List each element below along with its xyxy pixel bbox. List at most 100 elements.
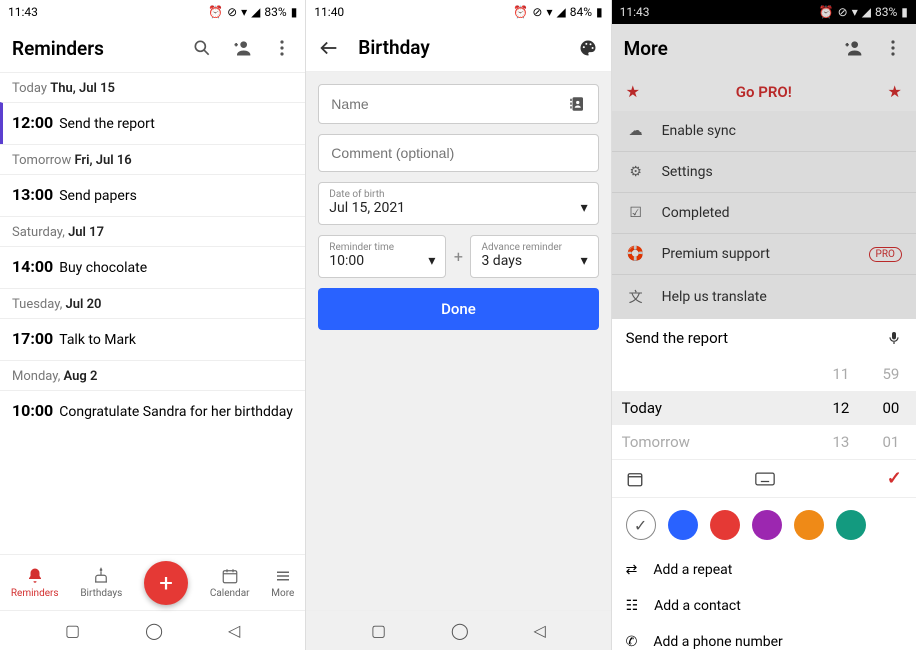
nav-recents-icon[interactable]: ▢ [65,621,80,640]
group-header: Today Thu, Jul 15 [0,72,305,102]
picker-day-next[interactable]: Tomorrow [612,425,816,459]
repeat-icon: ⇄ [626,562,638,578]
date-time-picker[interactable]: 11 59 Today 12 00 Tomorrow 13 01 [612,357,916,459]
sheet-title: Send the report [626,329,728,347]
add-person-icon[interactable] [231,37,253,59]
dob-select[interactable]: Date of birth Jul 15, 2021▾ [318,182,598,225]
alarm-icon: ⏰ [513,5,528,19]
mic-icon[interactable] [886,330,902,346]
picker-hour-prev[interactable]: 11 [816,357,866,391]
translate-icon: 文 [626,287,646,307]
contact-icon: ☷ [626,598,639,614]
color-red[interactable] [710,510,740,540]
cloud-icon: ☁ [626,123,646,139]
status-time: 11:43 [8,5,38,19]
picker-min-prev[interactable]: 59 [866,357,916,391]
contacts-icon[interactable] [568,95,586,113]
bottom-sheet: Send the report 11 59 Today 12 00 Tomorr… [612,319,916,650]
group-header: Tomorrow Fri, Jul 16 [0,144,305,174]
back-arrow-icon[interactable] [318,37,340,59]
nav-more[interactable]: More [271,566,294,599]
name-input[interactable] [318,84,598,124]
app-title: Birthday [358,36,429,59]
app-bar: Reminders [0,24,305,72]
nav-reminders[interactable]: Reminders [11,566,59,599]
reminders-list[interactable]: Today Thu, Jul 15 12:00Send the report T… [0,72,305,554]
nav-birthdays[interactable]: Birthdays [80,566,122,599]
calendar-picker-icon[interactable] [626,470,644,488]
row-enable-sync[interactable]: ☁Enable sync [612,111,916,152]
color-none[interactable]: ✓ [626,510,656,540]
color-purple[interactable] [752,510,782,540]
battery-icon: ▮ [291,5,298,19]
reminder-item[interactable]: 13:00Send papers [0,174,305,216]
status-battery: 83% [264,5,286,19]
system-nav: ▢ ◯ ◁ [306,610,610,650]
go-pro-banner[interactable]: ★ Go PRO! ★ [612,72,916,111]
done-button[interactable]: Done [318,288,598,330]
nav-calendar[interactable]: Calendar [210,566,250,599]
panel-birthday: 11:40 ⏰ ⊘ ▾ ◢ 84% ▮ Birthday Date of bir… [305,0,610,650]
group-header: Saturday, Jul 17 [0,216,305,246]
picker-day-prev[interactable] [612,357,816,391]
nav-recents-icon[interactable]: ▢ [371,621,386,640]
more-icon[interactable] [271,37,293,59]
nav-back-icon[interactable]: ◁ [228,621,240,640]
reminder-item[interactable]: 10:00Congratulate Sandra for her birthdd… [0,390,305,432]
add-person-icon[interactable] [842,37,864,59]
app-bar: More [612,24,916,72]
status-battery: 84% [570,5,592,19]
nav-back-icon[interactable]: ◁ [534,621,546,640]
color-orange[interactable] [794,510,824,540]
picker-min-next[interactable]: 01 [866,425,916,459]
picker-min-sel[interactable]: 00 [866,391,916,425]
palette-icon[interactable] [577,37,599,59]
chevron-down-icon: ▾ [581,200,588,216]
reminder-item[interactable]: 17:00Talk to Mark [0,318,305,360]
picker-hour-next[interactable]: 13 [816,425,866,459]
picker-hour-sel[interactable]: 12 [816,391,866,425]
keyboard-icon[interactable] [755,472,775,486]
row-translate[interactable]: 文Help us translate [612,275,916,319]
check-box-icon: ☑ [626,205,646,221]
nav-home-icon[interactable]: ◯ [451,621,469,640]
nav-home-icon[interactable]: ◯ [145,621,163,640]
phone-icon: ✆ [626,634,638,650]
advance-reminder-select[interactable]: Advance reminder 3 days▾ [470,235,598,278]
name-field[interactable] [331,96,567,112]
color-teal[interactable] [836,510,866,540]
more-icon[interactable] [882,37,904,59]
comment-input[interactable] [318,134,598,172]
app-title: Reminders [12,37,104,60]
row-premium-support[interactable]: 🛟Premium supportPRO [612,234,916,275]
wifi-icon: ▾ [852,5,858,19]
chevron-down-icon: ▾ [428,253,435,269]
status-bar: 11:40 ⏰ ⊘ ▾ ◢ 84% ▮ [306,0,610,24]
signal-icon: ◢ [862,5,871,19]
row-completed[interactable]: ☑Completed [612,193,916,234]
search-icon[interactable] [191,37,213,59]
support-icon: 🛟 [626,246,646,262]
color-blue[interactable] [668,510,698,540]
reminder-time-select[interactable]: Reminder time 10:00▾ [318,235,446,278]
confirm-check-icon[interactable]: ✓ [887,468,902,489]
bottom-nav: Reminders Birthdays + Calendar More [0,554,305,610]
fab-add[interactable]: + [144,561,188,605]
wifi-icon: ▾ [241,5,247,19]
panel-reminders: 11:43 ⏰ ⊘ ▾ ◢ 83% ▮ Reminders Today Thu,… [0,0,305,650]
dnd-icon: ⊘ [227,5,237,19]
reminder-item[interactable]: 14:00Buy chocolate [0,246,305,288]
option-add-contact[interactable]: ☷Add a contact [612,588,916,624]
comment-field[interactable] [331,145,585,161]
cake-icon [91,566,111,586]
picker-day-sel[interactable]: Today [612,391,816,425]
birthday-form: Date of birth Jul 15, 2021▾ Reminder tim… [306,72,610,342]
star-icon: ★ [626,82,640,101]
status-time: 11:40 [314,5,344,19]
reminder-item[interactable]: 12:00Send the report [0,102,305,144]
option-add-phone[interactable]: ✆Add a phone number [612,624,916,650]
alarm-icon: ⏰ [208,5,223,19]
row-settings[interactable]: ⚙Settings [612,152,916,193]
option-add-repeat[interactable]: ⇄Add a repeat [612,552,916,588]
group-header: Monday, Aug 2 [0,360,305,390]
